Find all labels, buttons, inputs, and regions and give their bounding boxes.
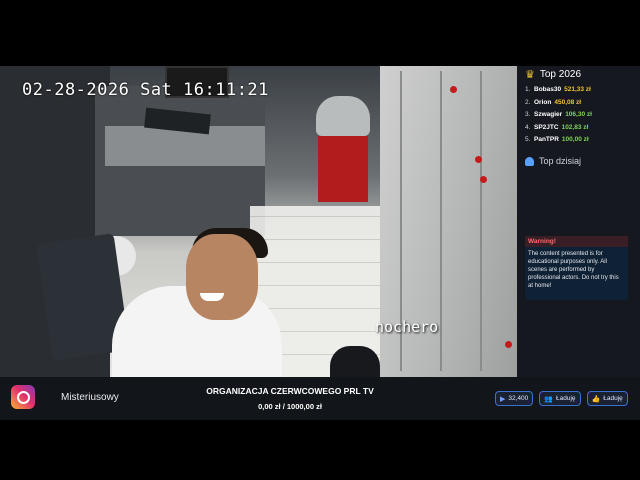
- warning-body: The content presented is for educational…: [528, 251, 619, 289]
- leaderboard-rank: 2.: [525, 98, 531, 106]
- camera-timestamp: 02-28-2026 Sat 16:11:21: [22, 80, 269, 100]
- leaderboard: 1. Bobas30 521,33 zł 2. Orion 450,08 zł …: [525, 84, 637, 147]
- leaderboard-row: 2. Orion 450,08 zł: [525, 97, 637, 110]
- warning-box: Warning! The content presented is for ed…: [525, 236, 628, 300]
- goal-separator: /: [282, 402, 285, 411]
- top-2026-header: ♛ Top 2026: [525, 68, 581, 81]
- crown-icon: ♛: [525, 69, 535, 81]
- followers-pill[interactable]: 👥 Ładuję: [539, 391, 581, 406]
- desk-surface: [105, 126, 265, 166]
- thumbs-up-icon: 👍: [591, 395, 601, 403]
- leaderboard-rank: 3.: [525, 111, 531, 118]
- leaderboard-amount: 100,00 zł: [561, 136, 589, 143]
- goal-current: 0,00 zł: [258, 402, 281, 411]
- leaderboard-amount: 450,08 zł: [554, 98, 582, 106]
- leaderboard-amount: 106,30 zł: [565, 111, 592, 118]
- watermark-text: nochero: [375, 318, 439, 336]
- leaderboard-name: Bobas30: [534, 86, 562, 93]
- top-2026-title: Top 2026: [539, 69, 582, 80]
- instagram-icon[interactable]: [11, 385, 35, 409]
- followers-label: Ładuję: [556, 395, 576, 402]
- warning-title: Warning!: [525, 236, 628, 247]
- leaderboard-amount: 521,33 zł: [564, 86, 591, 93]
- goal-amount: 0,00 zł / 1000,00 zł: [200, 402, 380, 411]
- leaderboard-rank: 5.: [525, 136, 531, 143]
- goal-target: 1000,00 zł: [286, 402, 322, 411]
- leaderboard-name: Orion: [534, 98, 552, 106]
- leaderboard-name: SP2JTC: [534, 123, 559, 131]
- likes-label: Ładuję: [603, 395, 623, 402]
- camera-feed: [0, 66, 517, 377]
- likes-pill[interactable]: 👍 Ładuję: [586, 391, 628, 406]
- instagram-handle: Misteriusowy: [61, 392, 119, 403]
- leaderboard-row: 3. Szwagier 106,30 zł: [525, 109, 637, 122]
- leaderboard-name: PanTPR: [534, 136, 559, 143]
- video-icon: ▶: [500, 395, 506, 403]
- viewer-count: 32,400: [508, 395, 529, 402]
- person-face: [186, 234, 258, 320]
- leaderboard-row: 5. PanTPR 100,00 zł: [525, 134, 637, 147]
- leaderboard-row: 4. SP2JTC 102,83 zł: [525, 122, 637, 135]
- goal-title: ORGANIZACJA CZERWCOWEGO PRL TV: [206, 386, 374, 396]
- viewer-count-pill[interactable]: ▶ 32,400: [495, 391, 534, 406]
- users-icon: 👥: [544, 395, 553, 403]
- chair: [330, 346, 380, 377]
- user-icon: [525, 156, 534, 166]
- top-today-header: Top dzisiaj: [525, 156, 581, 166]
- leaderboard-amount: 102,83 zł: [561, 123, 589, 131]
- stats-pills: ▶ 32,400 👥 Ładuję 👍 Ładuję: [495, 391, 628, 406]
- top-today-title: Top dzisiaj: [539, 156, 582, 166]
- leaderboard-row: 1. Bobas30 521,33 zł: [525, 84, 637, 97]
- leaderboard-rank: 1.: [525, 86, 531, 93]
- trash-bin: [316, 96, 370, 202]
- leaderboard-name: Szwagier: [534, 111, 563, 118]
- leaderboard-rank: 4.: [525, 123, 531, 131]
